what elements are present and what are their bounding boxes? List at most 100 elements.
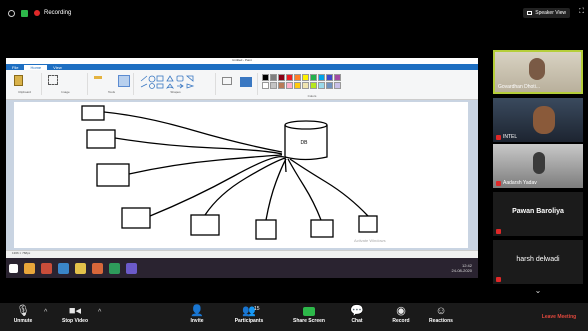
color-swatch[interactable] (318, 74, 325, 81)
stop-video-label: Stop Video (61, 318, 89, 324)
brush-icon[interactable] (118, 75, 130, 87)
paint-status-bar: 1366 × 768px (6, 250, 478, 258)
scroll-down-button[interactable]: ⌄ (493, 286, 583, 299)
leave-meeting-label: Leave Meeting (541, 314, 577, 320)
participant-avatar (533, 106, 555, 134)
participant-avatar (533, 152, 545, 174)
taskbar-app-icon[interactable] (58, 262, 69, 274)
taskbar-date: 24-08-2020 (451, 268, 472, 273)
color-swatch[interactable] (326, 82, 333, 89)
paint-ribbon: Clipboard Image Tools Shapes Colors (6, 70, 478, 100)
ribbon-tab-view[interactable]: View (47, 65, 68, 70)
video-options-caret-icon[interactable]: ^ (98, 309, 101, 316)
participant-tile-1[interactable]: Govardhan Dhoti... (493, 50, 583, 94)
taskbar-app-icon[interactable] (75, 262, 86, 274)
outline-icon[interactable] (222, 77, 232, 85)
record-icon: ◉ (396, 305, 406, 317)
pencil-icon[interactable] (94, 76, 102, 79)
chat-button[interactable]: 💬 Chat (336, 305, 378, 324)
participant-tile-2[interactable]: INTEL (493, 98, 583, 142)
share-screen-button[interactable]: Share Screen (288, 305, 330, 324)
chat-icon: 💬 (350, 305, 364, 317)
ribbon-label-tools: Tools (107, 90, 115, 94)
stop-video-button[interactable]: ■◂ Stop Video (54, 305, 96, 324)
grid-icon (527, 11, 533, 15)
taskbar-app-icon[interactable] (126, 262, 137, 274)
color-swatch[interactable] (334, 74, 341, 81)
ribbon-tab-file[interactable]: File (6, 65, 24, 70)
reactions-button[interactable]: ☺ Reactions (420, 305, 462, 324)
box-8 (358, 215, 378, 233)
color-swatch[interactable] (286, 82, 293, 89)
muted-mic-icon (496, 277, 501, 282)
select-icon[interactable] (48, 75, 58, 85)
ribbon-label-clipboard: Clipboard (18, 90, 31, 94)
color-swatch[interactable] (278, 74, 285, 81)
color-swatch[interactable] (318, 82, 325, 89)
windows-taskbar: 12:42 24-08-2020 (6, 258, 478, 278)
taskbar-app-icon[interactable] (109, 262, 120, 274)
color-swatch[interactable] (286, 74, 293, 81)
diagram-drawing: DB Activate Windows (81, 105, 386, 243)
participant-panel: Govardhan Dhoti... INTEL Aadarsh Yadav P… (490, 46, 588, 301)
participant-tile-4[interactable]: Pawan Baroliya (493, 192, 583, 236)
top-bar: Recording (0, 0, 588, 26)
ribbon-tab-home[interactable]: Home (24, 64, 48, 70)
speaker-view-button[interactable]: Speaker View (523, 8, 570, 18)
color-swatch[interactable] (326, 74, 333, 81)
invite-button[interactable]: 👤 Invite (176, 305, 218, 324)
share-screen-label: Share Screen (293, 318, 325, 324)
color-swatch[interactable] (294, 82, 301, 89)
color-swatch[interactable] (310, 82, 317, 89)
ribbon-label-image: Image (61, 90, 70, 94)
participant-name-large: harsh delwadi (516, 256, 560, 263)
lock-icon[interactable] (21, 9, 28, 17)
participants-icon: 👥 (242, 305, 256, 317)
chat-label: Chat (351, 318, 363, 324)
color-swatch[interactable] (294, 74, 301, 81)
record-button[interactable]: ◉ Record (380, 305, 422, 324)
box-1 (81, 105, 105, 121)
leave-meeting-button[interactable]: Leave Meeting (530, 311, 588, 324)
ribbon-size (218, 73, 258, 95)
color-swatch[interactable] (310, 74, 317, 81)
color-swatch[interactable] (262, 74, 269, 81)
taskbar-app-icon[interactable] (24, 262, 35, 274)
paint-title: Untitled - Paint (232, 58, 252, 62)
taskbar-app-icon[interactable] (92, 262, 103, 274)
box-7 (310, 219, 334, 238)
recording-label: Recording (44, 10, 72, 16)
participants-count: 15 (254, 306, 260, 312)
unmute-label: Unmute (13, 318, 33, 324)
box-2 (86, 129, 116, 149)
paint-canvas[interactable]: DB Activate Windows (14, 102, 468, 248)
info-icon[interactable] (8, 9, 15, 17)
status-text: 1366 × 768px (12, 251, 31, 255)
box-3 (96, 163, 130, 187)
shapes-gallery-icon[interactable] (140, 75, 200, 89)
windows-start-icon[interactable] (9, 263, 18, 273)
record-label: Record (392, 318, 410, 324)
paste-icon[interactable] (14, 75, 23, 86)
color-swatch[interactable] (278, 82, 285, 89)
fullscreen-icon[interactable]: ⛶ (579, 8, 584, 16)
participant-tile-3[interactable]: Aadarsh Yadav (493, 144, 583, 188)
participant-name-row (496, 229, 501, 234)
participant-name-row: Govardhan Dhoti... (498, 84, 540, 90)
color-swatch[interactable] (270, 82, 277, 89)
muted-mic-icon (496, 180, 501, 186)
audio-options-caret-icon[interactable]: ^ (44, 309, 47, 316)
color-swatch[interactable] (262, 82, 269, 89)
color-swatch[interactable] (302, 74, 309, 81)
color-swatch[interactable] (302, 82, 309, 89)
video-camera-icon: ■◂ (68, 305, 82, 317)
color-swatch[interactable] (270, 74, 277, 81)
reactions-label: Reactions (429, 318, 453, 324)
size-icon[interactable] (240, 77, 252, 87)
participants-button[interactable]: 👥 15 Participants (228, 305, 270, 324)
taskbar-app-icon[interactable] (41, 262, 52, 274)
participant-tile-5[interactable]: harsh delwadi (493, 240, 583, 284)
color-swatch[interactable] (334, 82, 341, 89)
box-6 (255, 219, 277, 240)
unmute-button[interactable]: 🎙 Unmute (2, 305, 44, 324)
